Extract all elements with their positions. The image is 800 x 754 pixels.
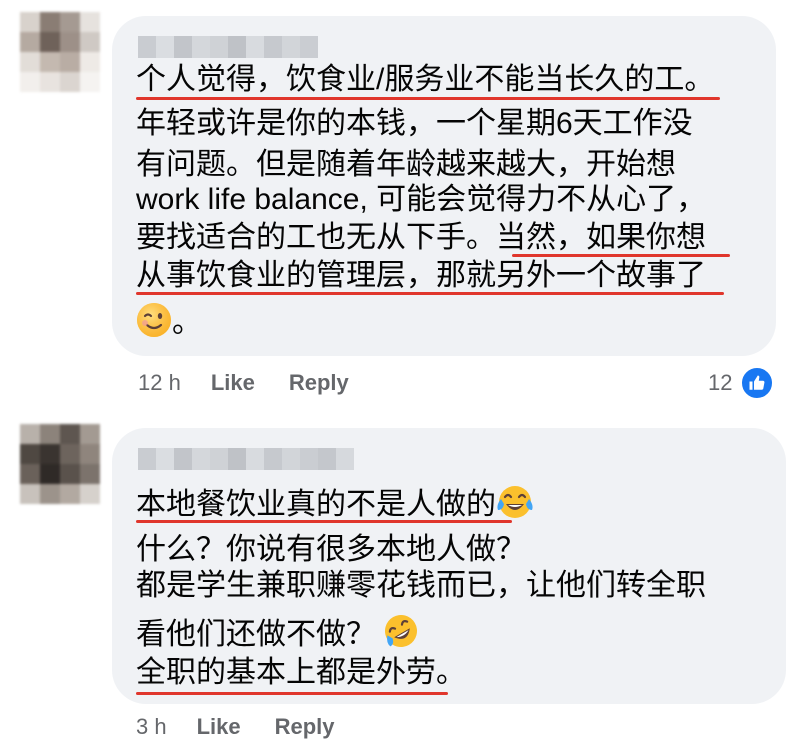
- avatar[interactable]: [20, 424, 100, 504]
- comment-text-line: 从事饮食业的管理层，那就另外一个故事了: [136, 259, 706, 292]
- like-button[interactable]: Like: [197, 714, 241, 740]
- reaction-count: 12: [708, 370, 733, 395]
- comment-text-line: 要找适合的工也无从下手。当然，如果你想: [136, 221, 706, 254]
- like-button[interactable]: Like: [211, 370, 255, 396]
- highlight-underline: [136, 520, 512, 523]
- like-icon: [740, 366, 775, 400]
- comment-text-line: 什么？你说有很多本地人做？: [136, 533, 526, 566]
- reaction-summary[interactable]: 12: [708, 366, 775, 400]
- comment-text-line-emoji: 。: [136, 302, 202, 347]
- winking-face-icon: [136, 302, 172, 347]
- highlight-underline: [512, 254, 730, 257]
- comment-actions: 3 h Like Reply: [136, 714, 369, 740]
- comment-text-line: 都是学生兼职赚零花钱而已，让他们转全职: [136, 569, 706, 602]
- comment-text-line: work life balance, 可能会觉得力不从心了，: [136, 183, 707, 216]
- reply-button[interactable]: Reply: [289, 370, 349, 396]
- comment-text: 本地餐饮业真的不是人做的: [136, 488, 496, 521]
- timestamp[interactable]: 3 h: [136, 714, 167, 740]
- comment-actions: 12 h Like Reply: [138, 370, 383, 396]
- timestamp[interactable]: 12 h: [138, 370, 181, 396]
- comment-text-tail: 。: [172, 306, 202, 339]
- highlight-underline: [136, 692, 448, 695]
- redacted-author-name[interactable]: [138, 36, 318, 58]
- reply-button[interactable]: Reply: [275, 714, 335, 740]
- redacted-author-name[interactable]: [138, 448, 354, 470]
- comment-text-line: 全职的基本上都是外劳。: [136, 656, 466, 689]
- comment-text-line: 有问题。但是随着年龄越来越大，开始想: [136, 148, 676, 181]
- comment-thread: 个人觉得，饮食业/服务业不能当长久的工。 年轻或许是你的本钱，一个星期6天工作没…: [0, 0, 800, 754]
- comment-text-line: 年轻或许是你的本钱，一个星期6天工作没: [136, 107, 693, 140]
- comment-text: 看他们还做不做？: [136, 618, 376, 651]
- comment-text-line: 个人觉得，饮食业/服务业不能当长久的工。: [136, 63, 715, 96]
- highlight-underline: [136, 97, 720, 100]
- comment-text-line: 看他们还做不做？: [136, 612, 420, 659]
- highlight-underline: [136, 292, 724, 295]
- rolling-on-floor-laughing-icon: [382, 612, 420, 659]
- avatar[interactable]: [20, 12, 100, 92]
